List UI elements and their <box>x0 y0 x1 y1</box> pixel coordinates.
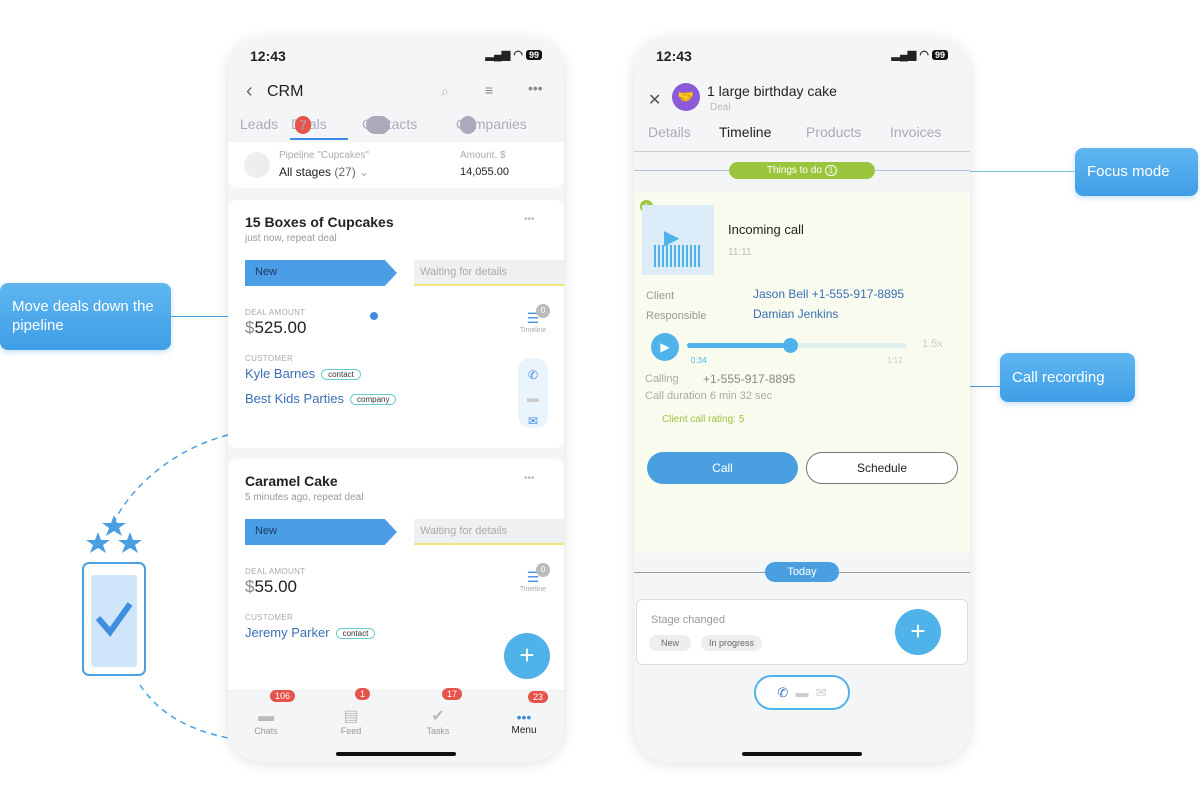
active-tab-indicator <box>290 138 348 140</box>
nav-feed[interactable]: 1 ▤ Feed <box>321 688 381 736</box>
waveform-icon <box>654 245 702 267</box>
status-time: 12:43 <box>656 48 692 64</box>
play-button[interactable]: ▶ <box>651 333 679 361</box>
status-icons: ▂▄▆ ◠ 99 <box>892 48 948 61</box>
crm-deals-phone: 12:43 ▂▄▆ ◠ 99 ‹ CRM ⌕ ≡ ••• Leads Deals… <box>228 38 564 762</box>
check-icon: ✔ <box>431 708 445 725</box>
chat-icon[interactable]: ▬ <box>796 685 809 700</box>
activity-card: 1 ▶ Incoming call 11:11 Client Jason Bel… <box>634 193 970 553</box>
status-time: 12:43 <box>250 48 286 64</box>
more-icon[interactable]: ••• <box>524 214 535 225</box>
stage-next[interactable]: Waiting for details <box>414 260 564 286</box>
tab-details[interactable]: Details <box>648 124 691 140</box>
callout-focus-mode: Focus mode <box>1075 148 1198 196</box>
nav-tasks[interactable]: 17 ✔ Tasks <box>408 688 468 736</box>
handshake-icon: 🤝 <box>672 83 700 111</box>
audio-progress[interactable] <box>687 338 907 353</box>
deal-card[interactable]: 15 Boxes of Cupcakes just now, repeat de… <box>228 200 564 448</box>
back-chevron-icon[interactable]: ‹ <box>246 80 253 103</box>
pipeline-amount: 14,055.00 <box>460 166 509 178</box>
mail-icon[interactable]: ✉ <box>816 685 827 700</box>
client-link[interactable]: Jason Bell +1-555-917-8895 <box>753 287 904 301</box>
page-title: CRM <box>267 83 304 100</box>
communication-bar: ✆ ▬ ✉ <box>754 675 850 710</box>
tab-products[interactable]: Products <box>806 124 861 140</box>
stage-current[interactable]: New <box>245 260 397 286</box>
bottom-nav: 106 ▬ Chats 1 ▤ Feed 17 ✔ Tasks 23 ••• Menu <box>228 688 564 762</box>
contact-link[interactable]: Kyle Barnes contact <box>245 366 361 381</box>
today-divider: Today <box>765 562 839 582</box>
contact-actions: ✆ ▬ ✉ <box>518 358 548 428</box>
nav-chats[interactable]: 106 ▬ Chats <box>236 690 296 736</box>
rating-phone-illustration <box>82 434 229 739</box>
stage-current[interactable]: New <box>245 519 397 545</box>
close-icon[interactable]: ✕ <box>648 90 661 110</box>
tab-timeline[interactable]: Timeline <box>719 124 771 140</box>
pipeline-selector[interactable]: Pipeline "Cupcakes" All stages (27) ⌄ Am… <box>228 142 564 188</box>
things-to-do-badge[interactable]: Things to do 1 <box>729 162 875 179</box>
more-icon[interactable]: ••• <box>524 473 535 484</box>
tab-invoices[interactable]: Invoices <box>890 124 941 140</box>
callout-dot <box>370 312 378 320</box>
phone-icon[interactable]: ✆ <box>518 364 548 387</box>
status-icons: ▂▄▆ ◠ 99 <box>486 48 542 61</box>
schedule-button[interactable]: Schedule <box>806 452 958 484</box>
add-activity-button[interactable]: + <box>895 609 941 655</box>
pipeline-icon <box>244 152 270 178</box>
mail-icon[interactable]: ✉ <box>518 410 548 433</box>
star-icon <box>86 515 142 553</box>
nav-menu[interactable]: 23 ••• Menu <box>494 691 554 736</box>
progress-handle[interactable] <box>783 338 799 353</box>
callout-call-recording: Call recording <box>1000 353 1135 402</box>
home-indicator <box>336 752 456 756</box>
deal-title: 1 large birthday cake <box>707 83 837 99</box>
filter-icon[interactable]: ≡ <box>485 82 493 98</box>
responsible-link[interactable]: Damian Jenkins <box>753 307 838 321</box>
add-deal-button[interactable]: + <box>504 633 550 679</box>
chat-icon[interactable]: ▬ <box>518 387 548 410</box>
company-link[interactable]: Best Kids Parties company <box>245 391 397 406</box>
chat-icon: ▬ <box>258 708 274 725</box>
speed-button[interactable]: 1.5x <box>922 338 943 350</box>
tab-leads[interactable]: Leads <box>240 116 278 132</box>
deal-amount: $525.00 <box>245 318 307 337</box>
contact-link[interactable]: Jeremy Parker contact <box>245 625 376 640</box>
deal-timeline-phone: 12:43 ▂▄▆ ◠ 99 ✕ 🤝 1 large birthday cake… <box>634 38 970 762</box>
phone-icon[interactable]: ✆ <box>777 685 788 700</box>
feed-icon: ▤ <box>343 708 359 725</box>
home-indicator <box>742 752 862 756</box>
audio-thumbnail[interactable]: ▶ <box>642 205 714 275</box>
stage-next[interactable]: Waiting for details <box>414 519 564 545</box>
callout-move-deals: Move deals down the pipeline <box>0 283 171 350</box>
deal-amount: $55.00 <box>245 577 298 596</box>
call-button[interactable]: Call <box>647 452 798 484</box>
more-icon: ••• <box>516 709 532 725</box>
more-icon[interactable]: ••• <box>528 80 543 96</box>
search-icon[interactable]: ⌕ <box>441 83 449 100</box>
